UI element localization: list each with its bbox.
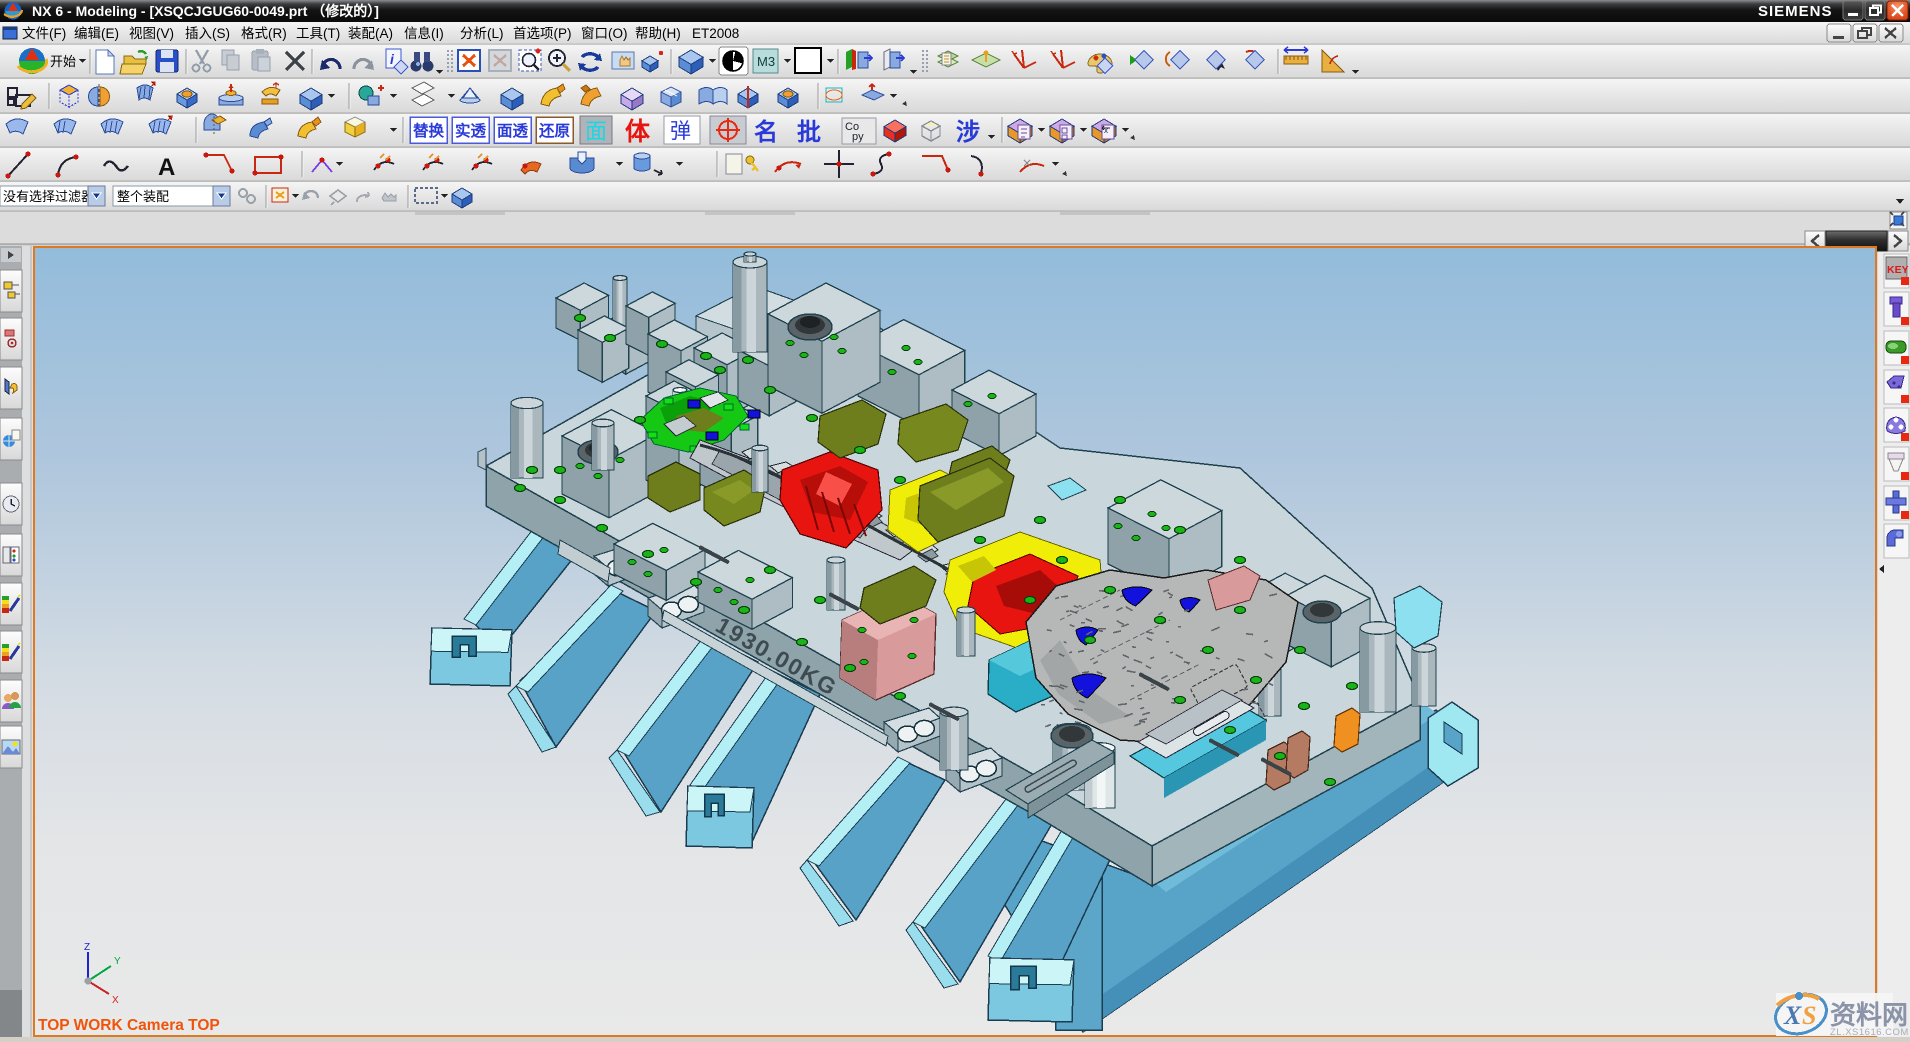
svg-text:视图(V): 视图(V) — [129, 26, 174, 41]
svg-text:帮助(H): 帮助(H) — [635, 26, 681, 41]
svg-text:名: 名 — [754, 118, 778, 146]
svg-text:ET2008: ET2008 — [692, 26, 739, 41]
svg-text:NX 6 - Modeling - [XSQCJGUG60-: NX 6 - Modeling - [XSQCJGUG60-0049.prt （… — [32, 3, 379, 19]
svg-text:A: A — [158, 154, 175, 181]
svg-text:弹: 弹 — [670, 120, 691, 143]
svg-text:py: py — [852, 131, 864, 143]
svg-text:资料网: 资料网 — [1830, 1000, 1908, 1030]
svg-text:面: 面 — [585, 119, 607, 144]
svg-text:ZL.XS1616.COM: ZL.XS1616.COM — [1830, 1027, 1909, 1037]
svg-text:面透: 面透 — [497, 122, 529, 140]
svg-text:格式(R): 格式(R) — [241, 26, 287, 41]
svg-text:插入(S): 插入(S) — [185, 26, 230, 41]
svg-text:装配(A): 装配(A) — [348, 26, 393, 41]
svg-text:实透: 实透 — [455, 121, 487, 140]
svg-text:开始: 开始 — [50, 54, 76, 69]
svg-text:S: S — [1802, 1001, 1816, 1030]
svg-text:Y: Y — [114, 956, 121, 967]
svg-text:SIEMENS: SIEMENS — [1758, 3, 1833, 20]
svg-text:分析(L): 分析(L) — [460, 26, 504, 41]
svg-text:替换: 替换 — [413, 121, 445, 140]
svg-text:窗口(O): 窗口(O) — [581, 25, 628, 41]
svg-text:编辑(E): 编辑(E) — [74, 26, 119, 41]
svg-text:Z: Z — [84, 942, 90, 953]
svg-text:KEY: KEY — [1887, 264, 1909, 276]
svg-text:X: X — [1783, 1001, 1802, 1030]
svg-text:信息(I): 信息(I) — [404, 25, 444, 41]
svg-text:体: 体 — [625, 118, 651, 146]
svg-text:TOP WORK Camera TOP: TOP WORK Camera TOP — [38, 1017, 220, 1034]
svg-text:涉: 涉 — [956, 119, 980, 146]
svg-text:M3: M3 — [757, 54, 775, 69]
svg-text:整个装配: 整个装配 — [117, 189, 169, 204]
svg-text:批: 批 — [797, 119, 821, 146]
svg-text:x: x — [1104, 126, 1108, 135]
svg-text:工具(T): 工具(T) — [296, 26, 340, 41]
svg-text:还原: 还原 — [538, 121, 570, 140]
svg-text:文件(F): 文件(F) — [22, 26, 66, 41]
svg-text:首选项(P): 首选项(P) — [513, 26, 572, 41]
svg-text:X: X — [112, 995, 119, 1006]
svg-text:没有选择过滤器: 没有选择过滤器 — [3, 189, 94, 204]
